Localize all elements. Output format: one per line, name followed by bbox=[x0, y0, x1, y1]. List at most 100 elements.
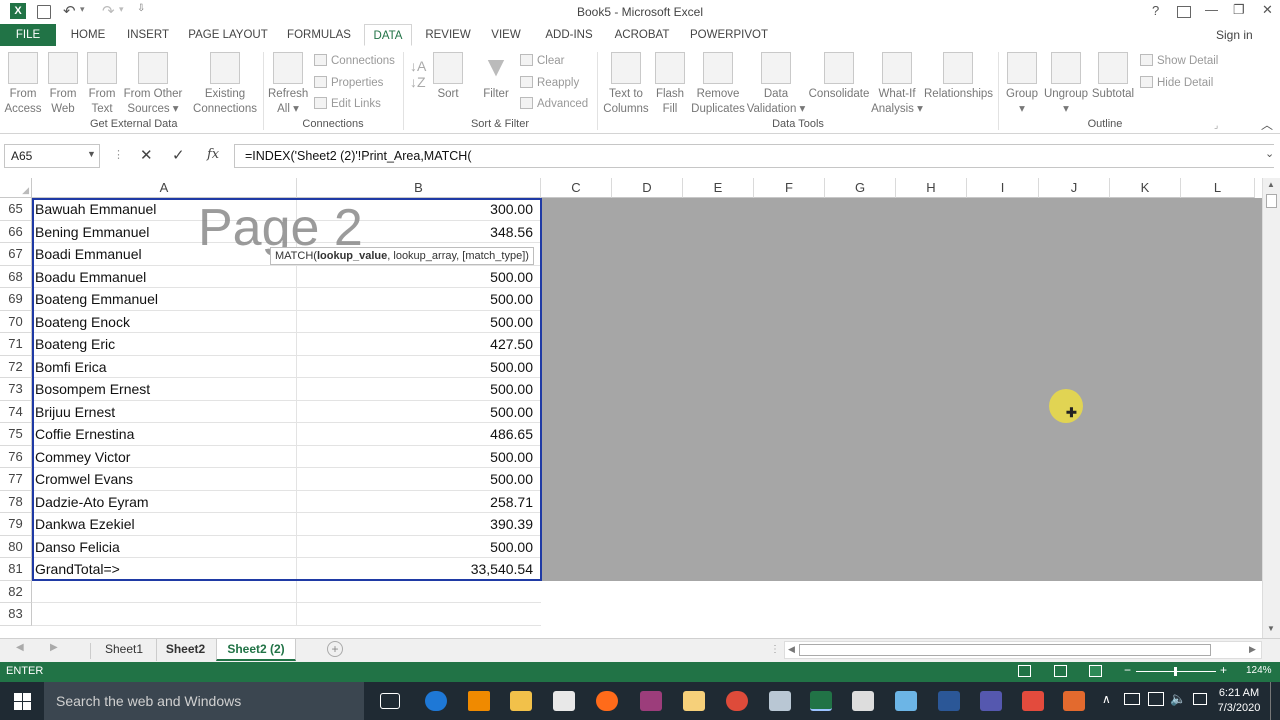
file-explorer-icon[interactable] bbox=[510, 691, 532, 711]
row-header[interactable]: 72 bbox=[0, 355, 32, 378]
cell-a[interactable]: Commey Victor bbox=[32, 445, 297, 468]
reapply-button[interactable]: Reapply bbox=[520, 76, 579, 89]
cell-b[interactable]: 427.50 bbox=[297, 333, 541, 356]
flash-fill-button[interactable]: Flash Fill bbox=[652, 52, 688, 117]
zoom-level[interactable]: 124% bbox=[1246, 665, 1272, 676]
firefox-icon[interactable] bbox=[596, 691, 618, 711]
what-if-analysis-button[interactable]: What-If Analysis ▾ bbox=[870, 52, 924, 117]
row-header[interactable]: 83 bbox=[0, 603, 32, 626]
save-icon[interactable] bbox=[37, 5, 51, 19]
name-box[interactable]: A65 ▼ bbox=[4, 144, 100, 168]
show-detail-button[interactable]: Show Detail bbox=[1140, 54, 1218, 67]
page-layout-view-icon[interactable] bbox=[1054, 665, 1067, 677]
customize-qat-icon[interactable]: ⇩ bbox=[137, 3, 145, 14]
cell-a[interactable]: Boateng Eric bbox=[32, 333, 297, 356]
word-icon[interactable] bbox=[938, 691, 960, 711]
tab-file[interactable]: FILE bbox=[0, 24, 56, 46]
scroll-up-icon[interactable]: ▲ bbox=[1267, 180, 1275, 189]
winrar-icon[interactable] bbox=[640, 691, 662, 711]
row-header[interactable]: 68 bbox=[0, 265, 32, 288]
connections-button[interactable]: Connections bbox=[314, 54, 395, 67]
cell-a[interactable]: Brijuu Ernest bbox=[32, 400, 297, 423]
tab-page-layout[interactable]: PAGE LAYOUT bbox=[184, 24, 272, 46]
volume-icon[interactable]: 🔈 bbox=[1170, 691, 1186, 707]
outline-dialog-launcher-icon[interactable]: ⌟ bbox=[1214, 120, 1218, 131]
cell-a[interactable]: Boateng Emmanuel bbox=[32, 288, 297, 311]
cell-b[interactable]: 486.65 bbox=[297, 423, 541, 446]
row-header[interactable]: 74 bbox=[0, 400, 32, 423]
cell-b[interactable]: 500.00 bbox=[297, 311, 541, 333]
cell-b[interactable] bbox=[297, 603, 541, 626]
cancel-entry-icon[interactable]: ✕ bbox=[140, 146, 153, 164]
row-header[interactable]: 65 bbox=[0, 198, 32, 221]
notepad-icon[interactable] bbox=[895, 691, 917, 711]
normal-view-icon[interactable] bbox=[1018, 665, 1031, 677]
wifi-icon[interactable] bbox=[1148, 692, 1164, 706]
existing-connections-button[interactable]: Existing Connections bbox=[192, 52, 258, 117]
column-header-b[interactable]: B bbox=[297, 178, 541, 198]
tab-view[interactable]: VIEW bbox=[484, 24, 528, 46]
windows-start-icon[interactable] bbox=[14, 693, 32, 710]
cell-b[interactable]: 500.00 bbox=[297, 378, 541, 401]
row-header[interactable]: 77 bbox=[0, 468, 32, 491]
relationships-button[interactable]: Relationships bbox=[924, 52, 993, 102]
tab-formulas[interactable]: FORMULAS bbox=[282, 24, 356, 46]
scroll-right-icon[interactable]: ▶ bbox=[1249, 644, 1256, 655]
from-other-sources-button[interactable]: From Other Sources ▾ bbox=[122, 52, 184, 117]
row-header[interactable]: 80 bbox=[0, 535, 32, 558]
sheet-tab-sheet2[interactable]: Sheet2 bbox=[156, 639, 214, 661]
show-desktop-button[interactable] bbox=[1270, 682, 1274, 720]
cell-a[interactable]: Bomfi Erica bbox=[32, 355, 297, 378]
row-header[interactable]: 82 bbox=[0, 580, 32, 603]
redo-icon[interactable]: ↷ bbox=[102, 2, 115, 20]
page-break-preview-icon[interactable] bbox=[1089, 665, 1102, 677]
confirm-entry-icon[interactable]: ✓ bbox=[172, 146, 185, 164]
from-text-button[interactable]: From Text bbox=[84, 52, 120, 117]
clear-filter-button[interactable]: Clear bbox=[520, 54, 564, 67]
subtotal-button[interactable]: Subtotal bbox=[1090, 52, 1136, 102]
cell-b[interactable]: 33,540.54 bbox=[297, 558, 541, 581]
next-sheet-icon[interactable]: ▶ bbox=[50, 642, 58, 653]
insert-function-icon[interactable]: fx bbox=[207, 147, 219, 162]
cell-b[interactable]: 500.00 bbox=[297, 266, 541, 288]
tab-acrobat[interactable]: ACROBAT bbox=[610, 24, 674, 46]
cell-a[interactable]: Coffie Ernestina bbox=[32, 423, 297, 446]
taskbar-clock[interactable]: 6:21 AM 7/3/2020 bbox=[1214, 686, 1264, 716]
ungroup-button[interactable]: Ungroup ▾ bbox=[1042, 52, 1090, 117]
group-button[interactable]: Group ▾ bbox=[1002, 52, 1042, 117]
row-header[interactable]: 73 bbox=[0, 378, 32, 401]
tab-powerpivot[interactable]: POWERPIVOT bbox=[684, 24, 774, 46]
acrobat-icon[interactable] bbox=[1022, 691, 1044, 711]
tab-home[interactable]: HOME bbox=[60, 24, 116, 46]
select-all-corner[interactable]: ◢ bbox=[0, 178, 32, 198]
tab-data[interactable]: DATA bbox=[364, 24, 412, 46]
edit-links-button[interactable]: Edit Links bbox=[314, 97, 381, 110]
cell-a[interactable]: Boadu Emmanuel bbox=[32, 265, 297, 288]
tab-insert[interactable]: INSERT bbox=[120, 24, 176, 46]
cell-b[interactable] bbox=[297, 581, 541, 603]
new-sheet-icon[interactable]: + bbox=[327, 641, 343, 657]
cell-a[interactable] bbox=[32, 603, 297, 626]
sort-ascending-icon[interactable]: ↓A ↓Z bbox=[410, 58, 426, 90]
scroll-down-icon[interactable]: ▼ bbox=[1267, 624, 1275, 633]
column-header-g[interactable]: G bbox=[825, 178, 896, 198]
column-header-i[interactable]: I bbox=[967, 178, 1039, 198]
column-header-k[interactable]: K bbox=[1110, 178, 1181, 198]
teams-icon[interactable] bbox=[980, 691, 1002, 711]
sheet-tab-sheet2-2[interactable]: Sheet2 (2) bbox=[216, 639, 296, 661]
cell-a[interactable]: Bosompem Ernest bbox=[32, 378, 297, 401]
cell-a[interactable] bbox=[32, 580, 297, 603]
battery-icon[interactable] bbox=[1124, 693, 1140, 705]
cell-b[interactable]: 500.00 bbox=[297, 468, 541, 491]
ribbon-display-options-icon[interactable] bbox=[1177, 6, 1191, 18]
sheet-split-icon[interactable]: ⋮ bbox=[770, 644, 780, 655]
collapse-ribbon-icon[interactable]: ︿ bbox=[1261, 116, 1273, 133]
tab-review[interactable]: REVIEW bbox=[420, 24, 476, 46]
data-validation-button[interactable]: Data Validation ▾ bbox=[746, 52, 806, 117]
help-button[interactable]: ? bbox=[1152, 3, 1159, 18]
properties-button[interactable]: Properties bbox=[314, 76, 383, 89]
undo-icon[interactable]: ↶ bbox=[63, 2, 76, 20]
row-header[interactable]: 71 bbox=[0, 333, 32, 356]
vertical-scroll-thumb[interactable] bbox=[1266, 194, 1277, 208]
cell-a[interactable]: Dadzie-Ato Eyram bbox=[32, 490, 297, 513]
